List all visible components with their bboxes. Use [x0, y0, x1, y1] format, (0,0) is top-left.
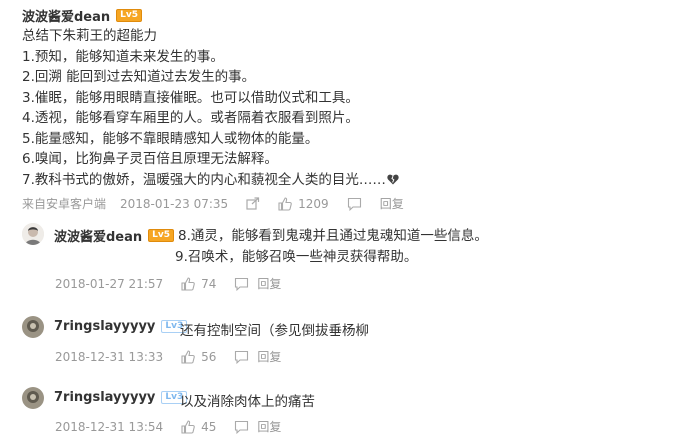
- comment-line: 总结下朱莉王的超能力: [22, 28, 157, 44]
- comment-icon[interactable]: [234, 420, 249, 434]
- reply-header: 7ringslayyyyy Lv3: [54, 319, 188, 334]
- reply-meta: 2018-12-31 13:54 45 回复: [55, 418, 281, 435]
- like-button[interactable]: 74: [181, 277, 216, 291]
- user-level-badge: Lv5: [148, 229, 175, 242]
- comment-icon[interactable]: [234, 350, 249, 364]
- username-link[interactable]: 波波酱爱dean: [54, 226, 142, 245]
- avatar[interactable]: [22, 223, 44, 245]
- comment-line: 3.催眠，能够用眼睛直接催眠。也可以借助仪式和工具。: [22, 89, 359, 106]
- thumbs-up-icon: [181, 276, 195, 291]
- like-button[interactable]: 45: [181, 420, 216, 434]
- comment-line: 5.能量感知，能够不靠眼睛感知人或物体的能量。: [22, 130, 319, 147]
- reply-line: 9.召唤术，能够召唤一些神灵获得帮助。: [175, 249, 418, 265]
- comment-line: 4.透视，能够看穿车厢里的人。或者隔着衣服看到照片。: [22, 110, 359, 126]
- reply-text: 8.通灵，能够看到鬼魂并且通过鬼魂知道一些信息。 9.召唤术，能够召唤一些神灵获…: [175, 226, 488, 268]
- like-count: 56: [201, 349, 217, 364]
- comment-line: 2.回溯 能回到过去知道过去发生的事。: [22, 69, 256, 85]
- like-button[interactable]: 56: [181, 350, 216, 364]
- comment-line-text: 7.教科书式的傲娇，温暖强大的内心和藐视全人类的目光……: [22, 171, 386, 188]
- main-comment-header: 波波酱爱dean Lv5: [22, 6, 143, 25]
- like-count: 74: [201, 276, 217, 291]
- comment-line: 7.教科书式的傲娇，温暖强大的内心和藐视全人类的目光……: [22, 170, 399, 191]
- comment-icon[interactable]: [347, 197, 362, 211]
- like-count: 45: [201, 419, 217, 434]
- reply-link[interactable]: 回复: [380, 195, 404, 212]
- thumbs-up-icon: [181, 349, 195, 364]
- user-level-badge: Lv5: [116, 9, 143, 22]
- comment-body: 总结下朱莉王的超能力 1.预知，能够知道未来发生的事。 2.回溯 能回到过去知道…: [22, 26, 399, 190]
- reply-meta: 2018-12-31 13:33 56 回复: [55, 348, 281, 365]
- reply-text: 还有控制空间（参见倒拔垂杨柳: [180, 323, 369, 339]
- reply-meta: 2018-01-27 21:57 74 回复: [55, 275, 281, 292]
- like-button[interactable]: 1209: [278, 197, 329, 211]
- reply-text: 以及消除肉体上的痛苦: [180, 394, 315, 410]
- reply-link[interactable]: 回复: [257, 418, 281, 435]
- comment-line: 6.嗅闻，比狗鼻子灵百倍且原理无法解释。: [22, 151, 278, 167]
- reply-item: 波波酱爱dean Lv5 8.通灵，能够看到鬼魂并且通过鬼魂知道一些信息。 9.…: [0, 220, 691, 292]
- reply-time: 2018-01-27 21:57: [55, 276, 164, 291]
- avatar[interactable]: [22, 316, 44, 338]
- main-comment: 波波酱爱dean Lv5 总结下朱莉王的超能力 1.预知，能够知道未来发生的事。…: [0, 0, 691, 215]
- reply-link[interactable]: 回复: [257, 275, 281, 292]
- reply-item: 7ringslayyyyy Lv3 以及消除肉体上的痛苦 2018-12-31 …: [0, 384, 691, 444]
- avatar[interactable]: [22, 387, 44, 409]
- reply-link[interactable]: 回复: [257, 348, 281, 365]
- username-link[interactable]: 7ringslayyyyy: [54, 390, 155, 405]
- reply-time: 2018-12-31 13:33: [55, 349, 164, 364]
- username-link[interactable]: 波波酱爱dean: [22, 6, 110, 25]
- reply-item: 7ringslayyyyy Lv3 还有控制空间（参见倒拔垂杨柳 2018-12…: [0, 313, 691, 373]
- comment-source: 来自安卓客户端: [22, 197, 107, 211]
- comment-icon[interactable]: [234, 277, 249, 291]
- comment-line: 1.预知，能够知道未来发生的事。: [22, 48, 224, 65]
- share-icon[interactable]: [246, 197, 260, 210]
- reply-header: 波波酱爱dean Lv5: [54, 226, 175, 245]
- reply-time: 2018-12-31 13:54: [55, 419, 164, 434]
- reply-line: 8.通灵，能够看到鬼魂并且通过鬼魂知道一些信息。: [178, 228, 488, 244]
- reply-header: 7ringslayyyyy Lv3: [54, 390, 188, 405]
- comment-time: 2018-01-23 07:35: [120, 196, 229, 211]
- thumbs-up-icon: [181, 419, 195, 434]
- broken-heart-icon: [387, 174, 399, 185]
- main-comment-meta: 来自安卓客户端 2018-01-23 07:35 1209 回复: [22, 195, 404, 212]
- like-count: 1209: [298, 196, 329, 211]
- username-link[interactable]: 7ringslayyyyy: [54, 319, 155, 334]
- thumbs-up-icon: [278, 196, 292, 211]
